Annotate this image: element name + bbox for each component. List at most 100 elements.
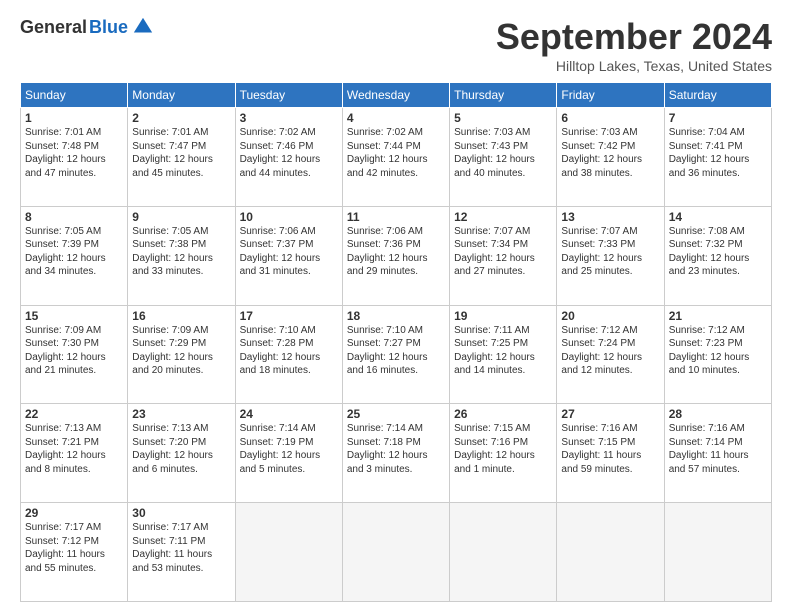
col-wednesday: Wednesday: [342, 83, 449, 108]
calendar-cell: 19Sunrise: 7:11 AM Sunset: 7:25 PM Dayli…: [450, 305, 557, 404]
calendar-cell: 1Sunrise: 7:01 AM Sunset: 7:48 PM Daylig…: [21, 108, 128, 207]
calendar-cell: 29Sunrise: 7:17 AM Sunset: 7:12 PM Dayli…: [21, 503, 128, 602]
day-info: Sunrise: 7:07 AM Sunset: 7:34 PM Dayligh…: [454, 225, 552, 279]
day-number: 4: [347, 111, 445, 125]
calendar-cell: 7Sunrise: 7:04 AM Sunset: 7:41 PM Daylig…: [664, 108, 771, 207]
calendar-cell: 30Sunrise: 7:17 AM Sunset: 7:11 PM Dayli…: [128, 503, 235, 602]
day-number: 1: [25, 111, 123, 125]
day-info: Sunrise: 7:11 AM Sunset: 7:25 PM Dayligh…: [454, 324, 552, 378]
col-thursday: Thursday: [450, 83, 557, 108]
day-number: 27: [561, 407, 659, 421]
calendar-cell: [664, 503, 771, 602]
day-info: Sunrise: 7:12 AM Sunset: 7:23 PM Dayligh…: [669, 324, 767, 378]
calendar-cell: [235, 503, 342, 602]
page: GeneralBlue September 2024 Hilltop Lakes…: [0, 0, 792, 612]
calendar-cell: 15Sunrise: 7:09 AM Sunset: 7:30 PM Dayli…: [21, 305, 128, 404]
day-info: Sunrise: 7:03 AM Sunset: 7:42 PM Dayligh…: [561, 126, 659, 180]
day-number: 11: [347, 210, 445, 224]
logo-text: GeneralBlue: [20, 16, 154, 38]
day-number: 12: [454, 210, 552, 224]
day-number: 10: [240, 210, 338, 224]
location: Hilltop Lakes, Texas, United States: [496, 58, 772, 74]
day-info: Sunrise: 7:10 AM Sunset: 7:28 PM Dayligh…: [240, 324, 338, 378]
header-row: Sunday Monday Tuesday Wednesday Thursday…: [21, 83, 772, 108]
day-info: Sunrise: 7:12 AM Sunset: 7:24 PM Dayligh…: [561, 324, 659, 378]
day-info: Sunrise: 7:04 AM Sunset: 7:41 PM Dayligh…: [669, 126, 767, 180]
calendar-cell: 12Sunrise: 7:07 AM Sunset: 7:34 PM Dayli…: [450, 206, 557, 305]
day-number: 5: [454, 111, 552, 125]
calendar-cell: 4Sunrise: 7:02 AM Sunset: 7:44 PM Daylig…: [342, 108, 449, 207]
day-info: Sunrise: 7:05 AM Sunset: 7:38 PM Dayligh…: [132, 225, 230, 279]
calendar-cell: [342, 503, 449, 602]
col-friday: Friday: [557, 83, 664, 108]
calendar-cell: 21Sunrise: 7:12 AM Sunset: 7:23 PM Dayli…: [664, 305, 771, 404]
col-saturday: Saturday: [664, 83, 771, 108]
day-info: Sunrise: 7:02 AM Sunset: 7:44 PM Dayligh…: [347, 126, 445, 180]
day-info: Sunrise: 7:14 AM Sunset: 7:18 PM Dayligh…: [347, 422, 445, 476]
calendar-cell: 22Sunrise: 7:13 AM Sunset: 7:21 PM Dayli…: [21, 404, 128, 503]
calendar-cell: 18Sunrise: 7:10 AM Sunset: 7:27 PM Dayli…: [342, 305, 449, 404]
day-info: Sunrise: 7:16 AM Sunset: 7:14 PM Dayligh…: [669, 422, 767, 476]
day-info: Sunrise: 7:13 AM Sunset: 7:20 PM Dayligh…: [132, 422, 230, 476]
calendar-cell: 24Sunrise: 7:14 AM Sunset: 7:19 PM Dayli…: [235, 404, 342, 503]
calendar-cell: 9Sunrise: 7:05 AM Sunset: 7:38 PM Daylig…: [128, 206, 235, 305]
calendar-week-1: 1Sunrise: 7:01 AM Sunset: 7:48 PM Daylig…: [21, 108, 772, 207]
day-info: Sunrise: 7:15 AM Sunset: 7:16 PM Dayligh…: [454, 422, 552, 476]
calendar-cell: 23Sunrise: 7:13 AM Sunset: 7:20 PM Dayli…: [128, 404, 235, 503]
day-number: 22: [25, 407, 123, 421]
calendar-cell: [450, 503, 557, 602]
day-info: Sunrise: 7:10 AM Sunset: 7:27 PM Dayligh…: [347, 324, 445, 378]
calendar-week-4: 22Sunrise: 7:13 AM Sunset: 7:21 PM Dayli…: [21, 404, 772, 503]
day-info: Sunrise: 7:17 AM Sunset: 7:11 PM Dayligh…: [132, 521, 230, 575]
day-info: Sunrise: 7:13 AM Sunset: 7:21 PM Dayligh…: [25, 422, 123, 476]
calendar-week-2: 8Sunrise: 7:05 AM Sunset: 7:39 PM Daylig…: [21, 206, 772, 305]
day-info: Sunrise: 7:01 AM Sunset: 7:47 PM Dayligh…: [132, 126, 230, 180]
calendar-cell: 16Sunrise: 7:09 AM Sunset: 7:29 PM Dayli…: [128, 305, 235, 404]
day-number: 29: [25, 506, 123, 520]
day-number: 2: [132, 111, 230, 125]
logo-icon: [132, 16, 154, 38]
day-info: Sunrise: 7:09 AM Sunset: 7:29 PM Dayligh…: [132, 324, 230, 378]
logo-general: General: [20, 17, 87, 38]
calendar-cell: 17Sunrise: 7:10 AM Sunset: 7:28 PM Dayli…: [235, 305, 342, 404]
col-monday: Monday: [128, 83, 235, 108]
calendar-cell: 6Sunrise: 7:03 AM Sunset: 7:42 PM Daylig…: [557, 108, 664, 207]
day-number: 25: [347, 407, 445, 421]
day-info: Sunrise: 7:17 AM Sunset: 7:12 PM Dayligh…: [25, 521, 123, 575]
day-number: 3: [240, 111, 338, 125]
day-number: 17: [240, 309, 338, 323]
day-number: 15: [25, 309, 123, 323]
header: GeneralBlue September 2024 Hilltop Lakes…: [20, 16, 772, 74]
col-sunday: Sunday: [21, 83, 128, 108]
day-number: 26: [454, 407, 552, 421]
calendar-cell: 8Sunrise: 7:05 AM Sunset: 7:39 PM Daylig…: [21, 206, 128, 305]
calendar-cell: [557, 503, 664, 602]
day-number: 8: [25, 210, 123, 224]
calendar-cell: 26Sunrise: 7:15 AM Sunset: 7:16 PM Dayli…: [450, 404, 557, 503]
month-title: September 2024: [496, 16, 772, 58]
day-number: 19: [454, 309, 552, 323]
day-number: 20: [561, 309, 659, 323]
col-tuesday: Tuesday: [235, 83, 342, 108]
calendar-cell: 28Sunrise: 7:16 AM Sunset: 7:14 PM Dayli…: [664, 404, 771, 503]
day-number: 30: [132, 506, 230, 520]
day-number: 18: [347, 309, 445, 323]
logo-blue: Blue: [89, 17, 128, 38]
day-info: Sunrise: 7:06 AM Sunset: 7:37 PM Dayligh…: [240, 225, 338, 279]
day-info: Sunrise: 7:03 AM Sunset: 7:43 PM Dayligh…: [454, 126, 552, 180]
calendar-cell: 2Sunrise: 7:01 AM Sunset: 7:47 PM Daylig…: [128, 108, 235, 207]
day-info: Sunrise: 7:02 AM Sunset: 7:46 PM Dayligh…: [240, 126, 338, 180]
calendar-cell: 27Sunrise: 7:16 AM Sunset: 7:15 PM Dayli…: [557, 404, 664, 503]
day-info: Sunrise: 7:01 AM Sunset: 7:48 PM Dayligh…: [25, 126, 123, 180]
day-info: Sunrise: 7:06 AM Sunset: 7:36 PM Dayligh…: [347, 225, 445, 279]
day-number: 16: [132, 309, 230, 323]
day-info: Sunrise: 7:07 AM Sunset: 7:33 PM Dayligh…: [561, 225, 659, 279]
day-number: 6: [561, 111, 659, 125]
calendar-body: 1Sunrise: 7:01 AM Sunset: 7:48 PM Daylig…: [21, 108, 772, 602]
calendar-cell: 25Sunrise: 7:14 AM Sunset: 7:18 PM Dayli…: [342, 404, 449, 503]
day-number: 23: [132, 407, 230, 421]
day-number: 9: [132, 210, 230, 224]
calendar-cell: 5Sunrise: 7:03 AM Sunset: 7:43 PM Daylig…: [450, 108, 557, 207]
calendar-cell: 11Sunrise: 7:06 AM Sunset: 7:36 PM Dayli…: [342, 206, 449, 305]
day-number: 14: [669, 210, 767, 224]
